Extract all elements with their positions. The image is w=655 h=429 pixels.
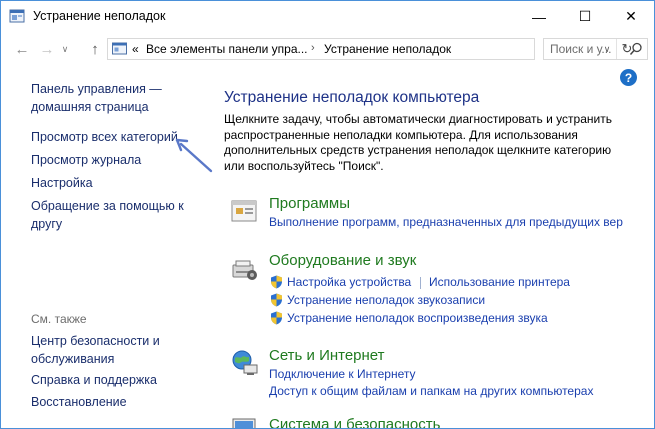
security-maintenance-line-1: Центр безопасности и bbox=[31, 334, 160, 348]
help-support-link[interactable]: Справка и поддержка bbox=[31, 371, 157, 389]
shared-folders-link[interactable]: Доступ к общим файлам и папкам на других… bbox=[269, 384, 593, 398]
forward-arrow-icon: → bbox=[39, 40, 55, 58]
search-input[interactable]: Поиск и у... bbox=[550, 42, 611, 56]
control-panel-home-line-1: Панель управления — bbox=[31, 82, 162, 96]
shield-icon bbox=[271, 311, 282, 325]
use-printer-link[interactable]: Использование принтера bbox=[429, 275, 570, 289]
minimize-icon: — bbox=[532, 8, 546, 25]
recent-locations-button[interactable]: ∨ bbox=[59, 40, 71, 58]
chevron-down-icon: ∨ bbox=[61, 43, 69, 54]
security-maintenance-line-2: обслуживания bbox=[31, 352, 115, 366]
search-icon bbox=[629, 42, 642, 55]
see-also-heading: См. также bbox=[31, 312, 87, 326]
navigation-bar: ← → ∨ ↑ « Все элементы панели упра... › … bbox=[1, 32, 654, 66]
address-overflow[interactable]: « bbox=[132, 42, 139, 56]
get-help-line-2: другу bbox=[31, 217, 63, 231]
view-history-link[interactable]: Просмотр журнала bbox=[31, 151, 141, 169]
troubleshooting-app-icon bbox=[9, 9, 25, 23]
hardware-sound-icon bbox=[232, 260, 257, 280]
close-icon: ✕ bbox=[625, 8, 637, 24]
shield-icon bbox=[271, 275, 282, 289]
category-system-security-link[interactable]: Система и безопасность bbox=[269, 416, 440, 428]
control-panel-icon bbox=[112, 42, 127, 55]
breadcrumb-troubleshooting[interactable]: Устранение неполадок bbox=[324, 42, 451, 56]
get-help-line-1: Обращение за помощью к bbox=[31, 199, 184, 213]
link-separator bbox=[420, 277, 421, 289]
control-panel-home-link[interactable]: Панель управления — домашняя страница bbox=[31, 80, 162, 116]
left-navigation-pane: Панель управления — домашняя страница Пр… bbox=[1, 66, 206, 428]
recording-audio-link[interactable]: Устранение неполадок звукозаписи bbox=[287, 293, 485, 307]
forward-button[interactable]: → bbox=[37, 40, 57, 58]
breadcrumb-all-items[interactable]: Все элементы панели упра... bbox=[146, 42, 308, 56]
view-all-categories-link[interactable]: Просмотр всех категорий bbox=[31, 128, 178, 146]
category-programs-link[interactable]: Программы bbox=[269, 195, 350, 212]
security-maintenance-link[interactable]: Центр безопасности и обслуживания bbox=[31, 332, 160, 368]
maximize-icon: ☐ bbox=[578, 8, 592, 24]
back-arrow-icon: ← bbox=[14, 40, 30, 58]
page-description: Щелкните задачу, чтобы автоматически диа… bbox=[224, 112, 612, 173]
main-content: Устранение неполадок компьютера Щелкните… bbox=[206, 66, 654, 428]
playing-audio-link[interactable]: Устранение неполадок воспроизведения зву… bbox=[287, 311, 548, 325]
control-panel-home-line-2: домашняя страница bbox=[31, 100, 149, 114]
breadcrumb-chevron-icon[interactable]: › bbox=[311, 42, 315, 54]
category-network-internet-link[interactable]: Сеть и Интернет bbox=[269, 347, 385, 364]
internet-connections-link[interactable]: Подключение к Интернету bbox=[269, 367, 416, 381]
settings-link[interactable]: Настройка bbox=[31, 174, 93, 192]
configure-device-link[interactable]: Настройка устройства bbox=[287, 275, 411, 289]
minimize-button[interactable]: — bbox=[516, 1, 562, 32]
shield-icon bbox=[271, 293, 282, 307]
network-internet-icon bbox=[232, 350, 258, 375]
close-button[interactable]: ✕ bbox=[608, 1, 654, 32]
window-title: Устранение неполадок bbox=[33, 9, 166, 23]
get-help-from-friend-link[interactable]: Обращение за помощью к другу bbox=[31, 197, 184, 233]
programs-icon bbox=[231, 200, 257, 222]
program-compatibility-link[interactable]: Выполнение программ, предназначенных для… bbox=[269, 215, 623, 229]
title-bar: Устранение неполадок — ☐ ✕ bbox=[1, 1, 654, 32]
maximize-button[interactable]: ☐ bbox=[562, 1, 608, 32]
system-security-icon bbox=[232, 418, 256, 428]
recovery-link[interactable]: Восстановление bbox=[31, 393, 127, 411]
address-bar[interactable]: « Все элементы панели упра... › Устранен… bbox=[107, 38, 632, 60]
search-box[interactable]: Поиск и у... bbox=[543, 38, 648, 60]
up-arrow-icon: ↑ bbox=[91, 40, 99, 58]
page-title: Устранение неполадок компьютера bbox=[224, 89, 480, 106]
category-hardware-sound-link[interactable]: Оборудование и звук bbox=[269, 252, 416, 269]
up-button[interactable]: ↑ bbox=[85, 40, 105, 58]
window: Устранение неполадок — ☐ ✕ ← → ∨ ↑ « Все… bbox=[0, 0, 655, 429]
back-button[interactable]: ← bbox=[12, 40, 32, 58]
